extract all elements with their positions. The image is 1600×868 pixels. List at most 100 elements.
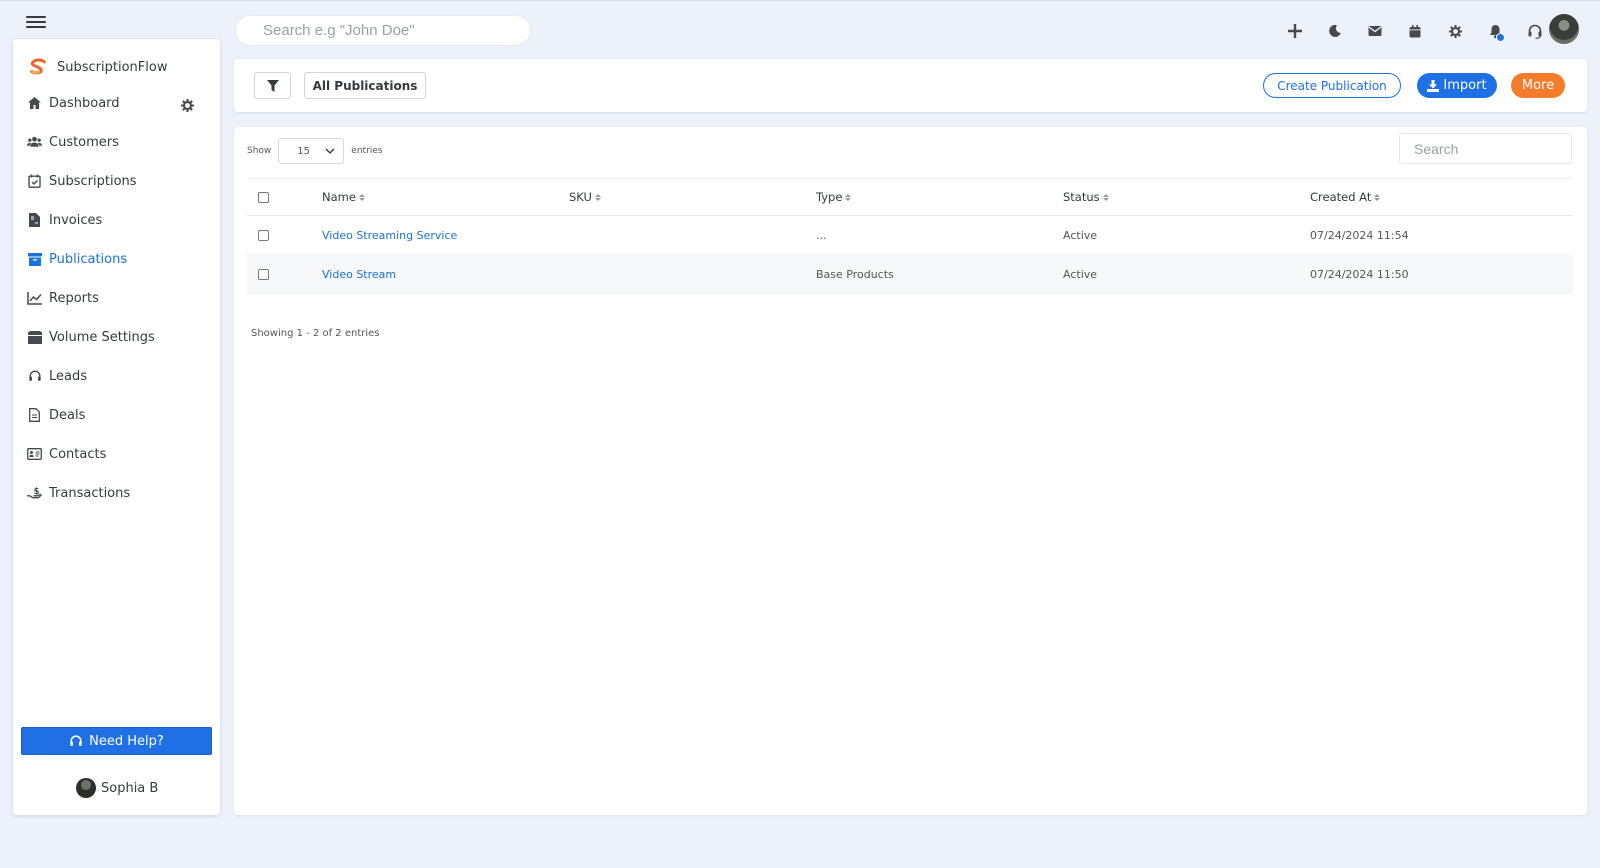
cell-created-at: 07/24/2024 11:50: [1310, 254, 1573, 294]
cell-type: ...: [816, 215, 1063, 255]
publications-table: Name SKU Type Status Created At Video St…: [247, 178, 1573, 294]
row-checkbox[interactable]: [258, 229, 269, 241]
notification-dot: [1496, 33, 1505, 42]
current-user[interactable]: Sophia B: [76, 778, 158, 798]
cell-sku: [569, 254, 816, 294]
sort-icon: [595, 194, 602, 201]
svg-text:$: $: [34, 486, 40, 496]
headset-icon: [69, 734, 83, 748]
table-row: Video Stream Base Products Active 07/24/…: [247, 254, 1573, 294]
plus-icon[interactable]: [1275, 17, 1315, 45]
page-length-control: Show 15 entries: [247, 138, 383, 164]
cell-name: Video Stream: [322, 254, 569, 294]
profile-avatar[interactable]: [1549, 14, 1579, 44]
sidebar-item-label: Subscriptions: [49, 173, 137, 189]
cell-type: Base Products: [816, 254, 1063, 294]
more-button[interactable]: More: [1511, 73, 1565, 98]
cell-sku: [569, 215, 816, 255]
column-label: SKU: [569, 190, 592, 204]
sidebar-item-label: Invoices: [49, 212, 103, 228]
sidebar-item-label: Dashboard: [49, 95, 120, 111]
import-label: Import: [1443, 78, 1487, 93]
sidebar-item-contacts[interactable]: Contacts: [27, 442, 207, 466]
entries-select[interactable]: 15: [278, 138, 345, 164]
row-select-cell: [247, 215, 322, 255]
need-help-label: Need Help?: [89, 733, 164, 749]
cell-status: Active: [1063, 254, 1310, 294]
sort-icon: [845, 194, 852, 201]
sidebar-item-publications[interactable]: Publications: [27, 247, 207, 271]
create-publication-button[interactable]: Create Publication: [1263, 73, 1401, 98]
column-header-status[interactable]: Status: [1063, 178, 1310, 216]
download-icon: [1427, 79, 1440, 92]
menu-toggle-icon[interactable]: [24, 13, 48, 31]
cell-created-at: 07/24/2024 11:54: [1310, 215, 1573, 255]
publication-link[interactable]: Video Streaming Service: [322, 229, 457, 242]
sidebar-item-label: Contacts: [49, 446, 107, 462]
select-all-cell: [247, 178, 322, 216]
column-label: Status: [1063, 190, 1100, 204]
sort-icon: [1103, 194, 1110, 201]
sidebar-item-deals[interactable]: Deals: [27, 403, 207, 427]
sidebar-item-label: Deals: [49, 407, 86, 423]
users-icon: [27, 135, 42, 150]
chevron-down-icon: [325, 148, 335, 154]
show-label: Show: [247, 146, 272, 156]
sidebar-item-dashboard[interactable]: Dashboard: [27, 91, 207, 115]
table-row: Video Streaming Service ... Active 07/24…: [247, 215, 1573, 255]
table-header-row: Name SKU Type Status Created At: [247, 178, 1573, 216]
bell-icon[interactable]: [1475, 17, 1515, 45]
filter-button[interactable]: [254, 72, 291, 99]
select-all-checkbox[interactable]: [258, 191, 269, 203]
sidebar-item-label: Customers: [49, 134, 119, 150]
brand-name: SubscriptionFlow: [57, 59, 168, 75]
dashboard-settings-gear-icon[interactable]: [181, 97, 195, 112]
column-header-sku[interactable]: SKU: [569, 178, 816, 216]
column-header-name[interactable]: Name: [322, 178, 569, 216]
sort-icon: [1374, 194, 1381, 201]
sidebar-item-reports[interactable]: Reports: [27, 286, 207, 310]
all-publications-view-button[interactable]: All Publications: [304, 72, 426, 99]
calendar-icon[interactable]: [1395, 17, 1435, 45]
sidebar-item-label: Publications: [49, 251, 128, 267]
calendar-check-icon: [27, 174, 42, 189]
sidebar-item-customers[interactable]: Customers: [27, 130, 207, 154]
need-help-button[interactable]: Need Help?: [21, 727, 212, 755]
header-actions: [1275, 17, 1555, 45]
gear-icon[interactable]: [1435, 17, 1475, 45]
column-label: Name: [322, 190, 356, 204]
filter-icon: [266, 79, 279, 92]
moon-icon[interactable]: [1315, 17, 1355, 45]
sidebar-item-invoices[interactable]: Invoices: [27, 208, 207, 232]
entries-label: entries: [351, 146, 383, 156]
sidebar-item-label: Reports: [49, 290, 99, 306]
table-info: Showing 1 - 2 of 2 entries: [251, 328, 380, 339]
sidebar-item-leads[interactable]: Leads: [27, 364, 207, 388]
sidebar-item-volume-settings[interactable]: Volume Settings: [27, 325, 207, 349]
row-checkbox[interactable]: [258, 268, 269, 280]
sort-icon: [359, 194, 366, 201]
sidebar-item-label: Transactions: [49, 485, 131, 501]
entries-value: 15: [297, 145, 311, 157]
headset-icon: [27, 369, 42, 384]
home-icon: [27, 96, 42, 111]
import-button[interactable]: Import: [1417, 73, 1497, 98]
envelope-icon[interactable]: [1355, 17, 1395, 45]
table-search-input[interactable]: [1399, 133, 1572, 164]
brand[interactable]: SubscriptionFlow: [27, 56, 167, 78]
sidebar-item-transactions[interactable]: $ Transactions: [27, 481, 207, 505]
publications-table-card: Show 15 entries Name SKU Type Status Cre…: [234, 127, 1587, 815]
address-card-icon: [27, 447, 42, 462]
sidebar-item-subscriptions[interactable]: Subscriptions: [27, 169, 207, 193]
global-search-input[interactable]: [235, 15, 531, 46]
hand-dollar-icon: $: [27, 486, 42, 501]
sidebar-item-label: Leads: [49, 368, 88, 384]
row-select-cell: [247, 254, 322, 294]
column-label: Type: [816, 190, 843, 204]
column-header-type[interactable]: Type: [816, 178, 1063, 216]
publications-toolbar: All Publications Create Publication Impo…: [234, 59, 1587, 112]
publication-link[interactable]: Video Stream: [322, 268, 396, 281]
sidebar-item-label: Volume Settings: [49, 329, 155, 345]
column-header-created-at[interactable]: Created At: [1310, 178, 1573, 216]
invoice-icon: [27, 213, 42, 228]
